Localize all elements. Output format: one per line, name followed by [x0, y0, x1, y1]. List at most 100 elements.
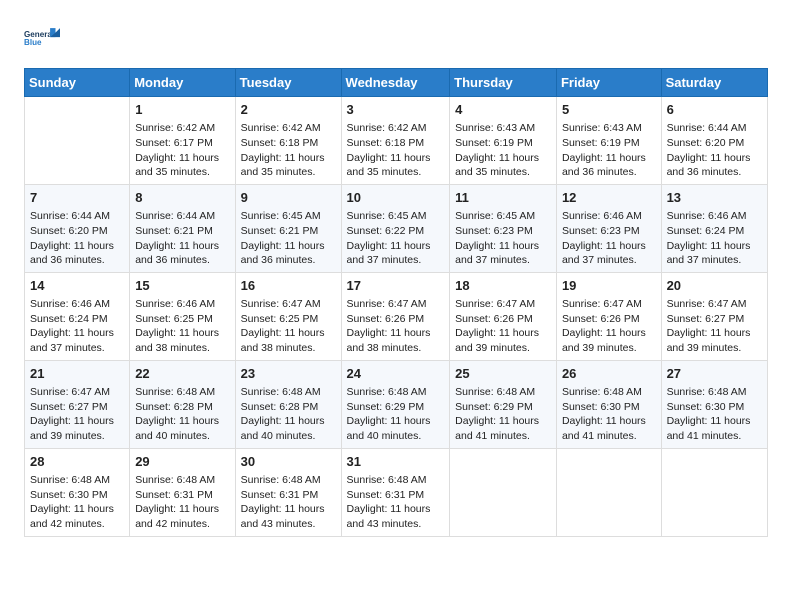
- day-header-sunday: Sunday: [25, 69, 130, 97]
- day-info: Sunrise: 6:46 AM Sunset: 6:23 PM Dayligh…: [562, 209, 656, 268]
- day-number: 6: [667, 101, 762, 119]
- day-number: 19: [562, 277, 656, 295]
- calendar-cell: 21 Sunrise: 6:47 AM Sunset: 6:27 PM Dayli…: [25, 360, 130, 448]
- day-info: Sunrise: 6:48 AM Sunset: 6:28 PM Dayligh…: [135, 385, 229, 444]
- day-info: Sunrise: 6:48 AM Sunset: 6:30 PM Dayligh…: [667, 385, 762, 444]
- calendar-cell: [25, 97, 130, 185]
- day-number: 13: [667, 189, 762, 207]
- calendar-cell: 2 Sunrise: 6:42 AM Sunset: 6:18 PM Daylig…: [235, 97, 341, 185]
- calendar-header-row: SundayMondayTuesdayWednesdayThursdayFrid…: [25, 69, 768, 97]
- day-number: 18: [455, 277, 551, 295]
- page-header: GeneralBlue: [24, 20, 768, 56]
- day-info: Sunrise: 6:42 AM Sunset: 6:18 PM Dayligh…: [347, 121, 445, 180]
- day-info: Sunrise: 6:47 AM Sunset: 6:25 PM Dayligh…: [241, 297, 336, 356]
- calendar-cell: 4Sunrise: 6:43 AM Sunset: 6:19 PM Daylig…: [450, 97, 557, 185]
- day-number: 27: [667, 365, 762, 383]
- day-info: Sunrise: 6:48 AM Sunset: 6:30 PM Dayligh…: [562, 385, 656, 444]
- day-info: Sunrise: 6:46 AM Sunset: 6:24 PM Dayligh…: [667, 209, 762, 268]
- logo-icon: GeneralBlue: [24, 20, 60, 56]
- calendar-cell: 25 Sunrise: 6:48 AM Sunset: 6:29 PM Dayli…: [450, 360, 557, 448]
- calendar-week-row: 1Sunrise: 6:42 AM Sunset: 6:17 PM Daylig…: [25, 97, 768, 185]
- day-info: Sunrise: 6:48 AM Sunset: 6:29 PM Dayligh…: [455, 385, 551, 444]
- day-number: 26: [562, 365, 656, 383]
- day-number: 21: [30, 365, 124, 383]
- calendar-cell: 24Sunrise: 6:48 AM Sunset: 6:29 PM Dayli…: [341, 360, 450, 448]
- calendar-cell: 5Sunrise: 6:43 AM Sunset: 6:19 PM Daylig…: [556, 97, 661, 185]
- calendar-body: 1Sunrise: 6:42 AM Sunset: 6:17 PM Daylig…: [25, 97, 768, 537]
- day-number: 25: [455, 365, 551, 383]
- day-header-tuesday: Tuesday: [235, 69, 341, 97]
- day-info: Sunrise: 6:48 AM Sunset: 6:31 PM Dayligh…: [241, 473, 336, 532]
- day-info: Sunrise: 6:48 AM Sunset: 6:31 PM Dayligh…: [347, 473, 445, 532]
- day-number: 15: [135, 277, 229, 295]
- day-info: Sunrise: 6:48 AM Sunset: 6:28 PM Dayligh…: [241, 385, 336, 444]
- day-info: Sunrise: 6:47 AM Sunset: 6:27 PM Dayligh…: [30, 385, 124, 444]
- calendar-cell: 15Sunrise: 6:46 AM Sunset: 6:25 PM Dayli…: [130, 272, 235, 360]
- day-header-thursday: Thursday: [450, 69, 557, 97]
- calendar-cell: 8 Sunrise: 6:44 AM Sunset: 6:21 PM Daylig…: [130, 184, 235, 272]
- calendar-cell: 30 Sunrise: 6:48 AM Sunset: 6:31 PM Dayli…: [235, 448, 341, 536]
- day-number: 4: [455, 101, 551, 119]
- calendar-cell: 3 Sunrise: 6:42 AM Sunset: 6:18 PM Daylig…: [341, 97, 450, 185]
- calendar-week-row: 28 Sunrise: 6:48 AM Sunset: 6:30 PM Dayli…: [25, 448, 768, 536]
- calendar-cell: 7Sunrise: 6:44 AM Sunset: 6:20 PM Daylig…: [25, 184, 130, 272]
- day-number: 3: [347, 101, 445, 119]
- day-info: Sunrise: 6:43 AM Sunset: 6:19 PM Dayligh…: [562, 121, 656, 180]
- day-number: 20: [667, 277, 762, 295]
- logo: GeneralBlue: [24, 20, 60, 56]
- calendar-cell: 14Sunrise: 6:46 AM Sunset: 6:24 PM Dayli…: [25, 272, 130, 360]
- day-number: 8: [135, 189, 229, 207]
- day-number: 2: [241, 101, 336, 119]
- day-header-monday: Monday: [130, 69, 235, 97]
- day-info: Sunrise: 6:48 AM Sunset: 6:29 PM Dayligh…: [347, 385, 445, 444]
- day-info: Sunrise: 6:46 AM Sunset: 6:24 PM Dayligh…: [30, 297, 124, 356]
- calendar-cell: 23Sunrise: 6:48 AM Sunset: 6:28 PM Dayli…: [235, 360, 341, 448]
- calendar-week-row: 7Sunrise: 6:44 AM Sunset: 6:20 PM Daylig…: [25, 184, 768, 272]
- calendar-cell: 18 Sunrise: 6:47 AM Sunset: 6:26 PM Dayli…: [450, 272, 557, 360]
- day-number: 17: [347, 277, 445, 295]
- day-number: 28: [30, 453, 124, 471]
- day-info: Sunrise: 6:44 AM Sunset: 6:20 PM Dayligh…: [667, 121, 762, 180]
- day-info: Sunrise: 6:48 AM Sunset: 6:30 PM Dayligh…: [30, 473, 124, 532]
- day-info: Sunrise: 6:42 AM Sunset: 6:18 PM Dayligh…: [241, 121, 336, 180]
- calendar-cell: 12 Sunrise: 6:46 AM Sunset: 6:23 PM Dayli…: [556, 184, 661, 272]
- day-number: 16: [241, 277, 336, 295]
- calendar-cell: 13 Sunrise: 6:46 AM Sunset: 6:24 PM Dayli…: [661, 184, 767, 272]
- day-number: 10: [347, 189, 445, 207]
- calendar-cell: 28 Sunrise: 6:48 AM Sunset: 6:30 PM Dayli…: [25, 448, 130, 536]
- day-info: Sunrise: 6:47 AM Sunset: 6:26 PM Dayligh…: [455, 297, 551, 356]
- calendar-cell: 11Sunrise: 6:45 AM Sunset: 6:23 PM Dayli…: [450, 184, 557, 272]
- calendar-cell: 17 Sunrise: 6:47 AM Sunset: 6:26 PM Dayli…: [341, 272, 450, 360]
- svg-text:Blue: Blue: [24, 38, 42, 47]
- calendar-cell: 22 Sunrise: 6:48 AM Sunset: 6:28 PM Dayli…: [130, 360, 235, 448]
- day-number: 30: [241, 453, 336, 471]
- day-info: Sunrise: 6:47 AM Sunset: 6:26 PM Dayligh…: [347, 297, 445, 356]
- day-info: Sunrise: 6:45 AM Sunset: 6:22 PM Dayligh…: [347, 209, 445, 268]
- day-info: Sunrise: 6:45 AM Sunset: 6:21 PM Dayligh…: [241, 209, 336, 268]
- calendar-cell: 26 Sunrise: 6:48 AM Sunset: 6:30 PM Dayli…: [556, 360, 661, 448]
- day-header-saturday: Saturday: [661, 69, 767, 97]
- calendar-week-row: 21 Sunrise: 6:47 AM Sunset: 6:27 PM Dayli…: [25, 360, 768, 448]
- day-number: 29: [135, 453, 229, 471]
- calendar-cell: [556, 448, 661, 536]
- day-number: 11: [455, 189, 551, 207]
- day-number: 12: [562, 189, 656, 207]
- day-info: Sunrise: 6:44 AM Sunset: 6:21 PM Dayligh…: [135, 209, 229, 268]
- calendar-cell: 9Sunrise: 6:45 AM Sunset: 6:21 PM Daylig…: [235, 184, 341, 272]
- svg-text:General: General: [24, 30, 54, 39]
- day-number: 31: [347, 453, 445, 471]
- day-info: Sunrise: 6:42 AM Sunset: 6:17 PM Dayligh…: [135, 121, 229, 180]
- calendar-cell: 6 Sunrise: 6:44 AM Sunset: 6:20 PM Daylig…: [661, 97, 767, 185]
- day-info: Sunrise: 6:47 AM Sunset: 6:27 PM Dayligh…: [667, 297, 762, 356]
- calendar-cell: 10 Sunrise: 6:45 AM Sunset: 6:22 PM Dayli…: [341, 184, 450, 272]
- day-header-friday: Friday: [556, 69, 661, 97]
- calendar-week-row: 14Sunrise: 6:46 AM Sunset: 6:24 PM Dayli…: [25, 272, 768, 360]
- day-info: Sunrise: 6:48 AM Sunset: 6:31 PM Dayligh…: [135, 473, 229, 532]
- calendar-cell: [661, 448, 767, 536]
- calendar-cell: [450, 448, 557, 536]
- calendar-cell: 27 Sunrise: 6:48 AM Sunset: 6:30 PM Dayli…: [661, 360, 767, 448]
- day-info: Sunrise: 6:44 AM Sunset: 6:20 PM Dayligh…: [30, 209, 124, 268]
- calendar-cell: 16 Sunrise: 6:47 AM Sunset: 6:25 PM Dayli…: [235, 272, 341, 360]
- day-number: 22: [135, 365, 229, 383]
- day-info: Sunrise: 6:47 AM Sunset: 6:26 PM Dayligh…: [562, 297, 656, 356]
